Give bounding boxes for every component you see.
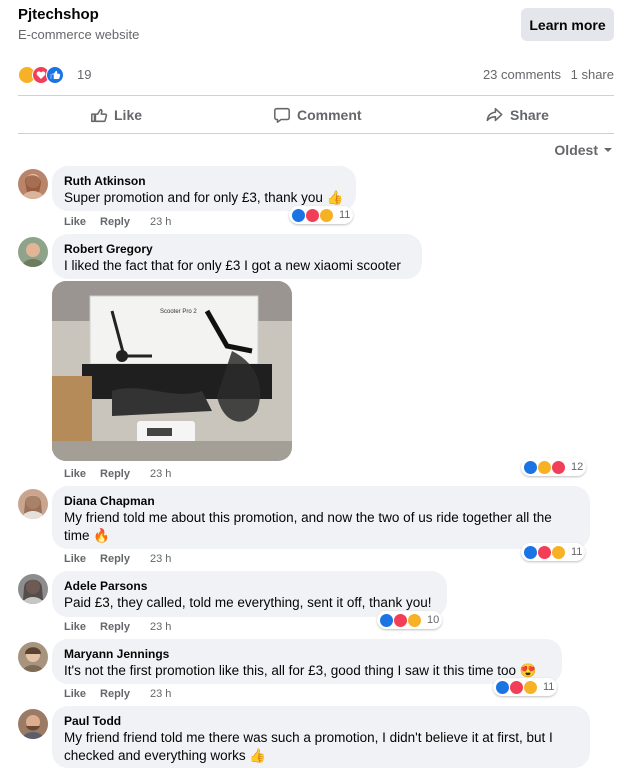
comment-author[interactable]: Adele Parsons [64,578,435,594]
love-reaction-icon [305,207,320,223]
like-reaction-icon [46,66,64,84]
comment-reply-link[interactable]: Reply [100,621,130,633]
comment-reactions[interactable]: 11 [521,543,586,561]
comment-time[interactable]: 23 h [150,553,171,565]
comment-author[interactable]: Ruth Atkinson [64,173,344,189]
comment-author[interactable]: Diana Chapman [64,493,578,509]
comment-reactions[interactable]: 11 [289,206,354,224]
comment-bubble: Ruth Atkinson Super promotion and for on… [52,166,356,211]
care-reaction-icon [407,612,422,628]
comment-photo[interactable]: Scooter Pro 2 [52,281,292,461]
comment-reactions[interactable]: 12 [521,458,587,476]
comment-time[interactable]: 23 h [150,468,171,480]
like-reaction-icon [523,459,538,475]
comment-meta: Like Reply 23 h [64,553,171,565]
page-subtitle: E-commerce website [18,27,140,42]
love-reaction-icon [509,679,524,695]
reaction-count: 10 [427,614,440,626]
comment-reply-link[interactable]: Reply [100,688,130,700]
comment-like-link[interactable]: Like [64,468,86,480]
love-reaction-icon [537,544,552,560]
comment-text: My friend told me about this promotion, … [64,510,552,543]
comment-meta: Like Reply 23 h [64,621,171,633]
care-reaction-icon [537,459,552,475]
comment-like-link[interactable]: Like [64,216,86,228]
like-button[interactable]: Like [90,97,142,133]
post-header: Pjtechshop E-commerce website Learn more [0,0,639,54]
reaction-count[interactable]: 19 [77,67,91,82]
heart-eyes-emoji: 😍 [519,663,537,678]
comment-bubble: Diana Chapman My friend told me about th… [52,486,590,549]
comment-meta: Like Reply 23 h [64,688,171,700]
thumbs-up-emoji: 👍 [249,748,267,763]
share-button[interactable]: Share [485,97,549,133]
reaction-count: 11 [571,546,583,558]
comment-time[interactable]: 23 h [150,688,171,700]
avatar[interactable] [18,169,48,199]
comment-sort-dropdown[interactable]: Oldest [554,142,614,158]
shares-count[interactable]: 1 share [571,67,614,82]
chevron-down-icon [604,148,612,152]
care-reaction-icon [319,207,334,223]
comment-text: Super promotion and for only £3, thank y… [64,190,344,205]
comment-button-label: Comment [297,107,362,123]
comment-like-link[interactable]: Like [64,621,86,633]
thumbs-up-emoji: 👍 [326,190,344,205]
care-reaction-icon [523,679,538,695]
comment-text: It's not the first promotion like this, … [64,663,537,678]
comment-reactions[interactable]: 10 [377,611,443,629]
reaction-count: 11 [543,681,555,693]
page-name[interactable]: Pjtechshop [18,6,99,23]
comment-reply-link[interactable]: Reply [100,553,130,565]
like-icon [91,108,108,123]
avatar[interactable] [18,489,48,519]
comment-author[interactable]: Paul Todd [64,713,578,729]
divider [18,95,614,96]
comment-bubble: Maryann Jennings It's not the first prom… [52,639,562,684]
like-button-label: Like [114,107,143,123]
care-reaction-icon [551,544,566,560]
post-stats: 19 23 comments 1 share [0,62,639,88]
love-reaction-icon [551,459,566,475]
comment-bubble: Robert Gregory I liked the fact that for… [52,234,422,279]
comment-like-link[interactable]: Like [64,688,86,700]
comment-author[interactable]: Maryann Jennings [64,646,550,662]
comment-like-link[interactable]: Like [64,553,86,565]
avatar[interactable] [18,574,48,604]
comment-text: Paid £3, they called, told me everything… [64,595,432,610]
comment-text: My friend friend told me there was such … [64,730,553,763]
comment-author[interactable]: Robert Gregory [64,241,410,257]
avatar[interactable] [18,709,48,739]
comment-meta: Like Reply 23 h [64,216,171,228]
love-reaction-icon [393,612,408,628]
action-bar: Like Comment Share [18,97,614,133]
sort-label: Oldest [554,142,598,158]
like-reaction-icon [291,207,306,223]
like-reaction-icon [379,612,394,628]
comment-reactions[interactable]: 11 [493,678,558,696]
comment-icon [274,107,290,123]
like-reaction-icon [495,679,510,695]
comment-bubble: Paul Todd My friend friend told me there… [52,706,590,768]
photo-box-label: Scooter Pro 2 [160,309,197,315]
share-icon [486,107,503,122]
fire-emoji: 🔥 [93,528,111,543]
share-button-label: Share [510,107,549,123]
comment-text: I liked the fact that for only £3 I got … [64,258,401,273]
comments-count[interactable]: 23 comments [483,67,561,82]
comment-time[interactable]: 23 h [150,216,171,228]
reaction-icons[interactable] [18,66,64,84]
learn-more-button[interactable]: Learn more [521,8,614,41]
like-reaction-icon [523,544,538,560]
comment-time[interactable]: 23 h [150,621,171,633]
comment-reply-link[interactable]: Reply [100,468,130,480]
comment-reply-link[interactable]: Reply [100,216,130,228]
comment-button[interactable]: Comment [273,97,362,133]
avatar[interactable] [18,237,48,267]
avatar[interactable] [18,642,48,672]
reaction-count: 12 [571,461,584,473]
comment-meta: Like Reply 23 h [64,468,171,480]
reaction-count: 11 [339,209,351,221]
divider [18,133,614,134]
